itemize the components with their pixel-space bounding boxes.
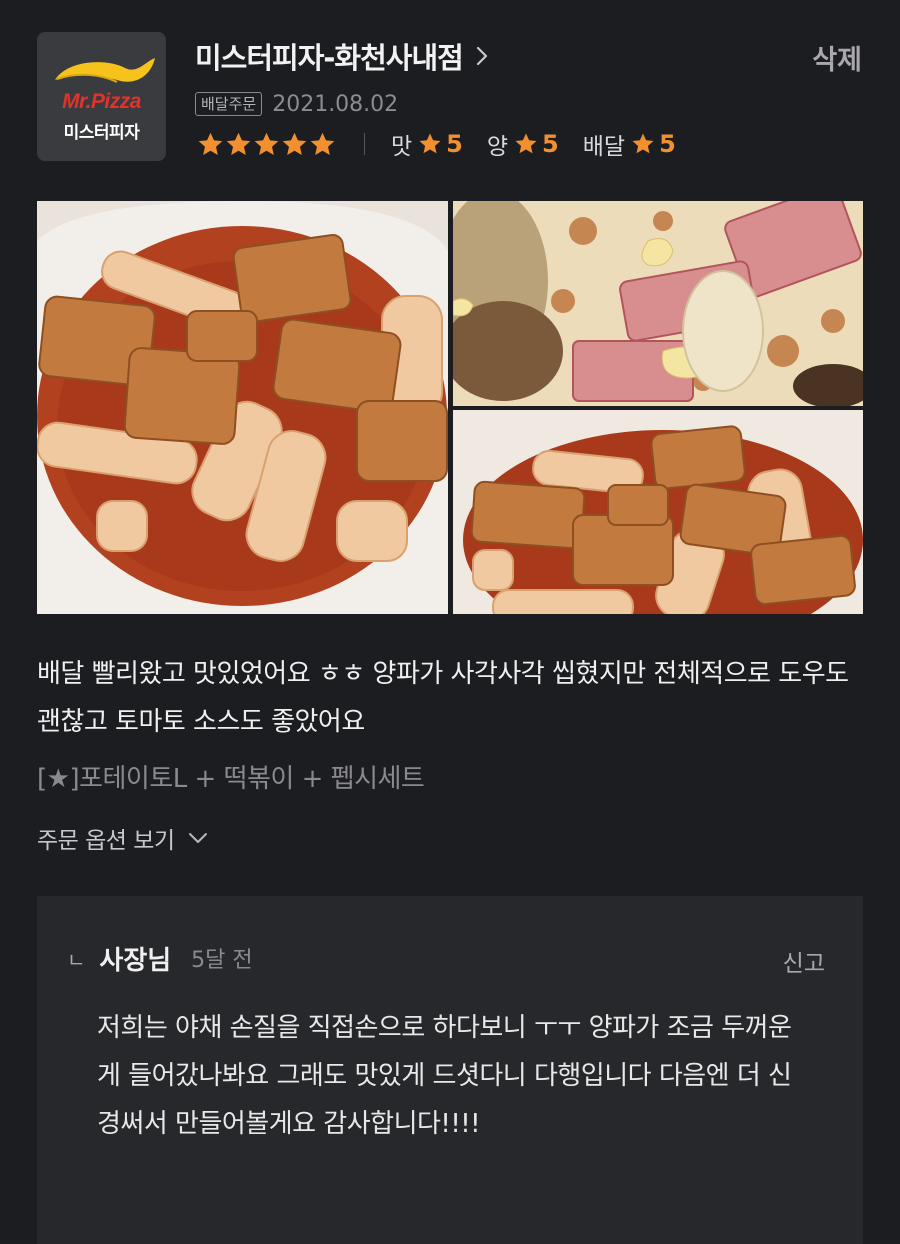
star-icon xyxy=(254,132,279,155)
star-icon xyxy=(282,132,307,155)
amount-label: 양 xyxy=(486,134,509,160)
order-type-badge: 배달주문 xyxy=(195,92,263,116)
logo-brand-ko-text: 미스터피자 xyxy=(63,123,140,143)
chevron-down-icon[interactable] xyxy=(187,831,209,845)
review-header: Mr.Pizza 미스터피자 미스터피자-화천사내점 삭제 배달주문 2021.… xyxy=(0,0,900,190)
delivery-rating: 배달 5 xyxy=(583,127,676,161)
delete-button[interactable]: 삭제 xyxy=(812,38,862,77)
rating-divider xyxy=(364,133,365,155)
delivery-value: 5 xyxy=(659,130,676,158)
star-icon xyxy=(632,133,654,154)
order-date: 2021.08.02 xyxy=(272,91,399,117)
reply-indent-icon: ㄴ xyxy=(67,947,86,972)
report-button[interactable]: 신고 xyxy=(783,944,825,978)
star-icon xyxy=(226,132,251,155)
reply-text: 저희는 야채 손질을 직접손으로 하다보니 ㅜㅜ 양파가 조금 두꺼운게 들어갔… xyxy=(97,1013,792,1139)
store-link[interactable]: 미스터피자-화천사내점 xyxy=(195,34,489,78)
logo-brand-text: Mr.Pizza xyxy=(62,90,141,113)
review-photo-tteokbokki[interactable] xyxy=(37,201,448,614)
review-photo-pizza[interactable] xyxy=(453,201,863,406)
star-icon xyxy=(198,132,223,155)
star-icon xyxy=(310,132,335,155)
order-options-toggle[interactable]: 주문 옵션 보기 xyxy=(37,820,209,856)
rating-row: 맛 5 양 5 배달 5 xyxy=(197,126,700,162)
ordered-menu: [★]포테이토L + 떡볶이 + 펩시세트 xyxy=(37,764,425,794)
taste-label: 맛 xyxy=(391,134,413,160)
owner-reply: ㄴ 사장님 5달 전 신고 저희는 야채 손질을 직접손으로 하다보니 ㅜㅜ 양… xyxy=(37,896,863,1244)
star-icon xyxy=(419,133,441,154)
review-photo-tteokbokki-2[interactable] xyxy=(453,410,863,614)
taste-rating: 맛 5 xyxy=(391,127,463,161)
reply-author: 사장님 xyxy=(99,945,172,976)
reply-time: 5달 전 xyxy=(191,948,253,973)
taste-value: 5 xyxy=(446,130,463,158)
amount-value: 5 xyxy=(542,130,559,158)
order-meta: 배달주문 2021.08.02 xyxy=(195,90,398,118)
chevron-right-icon[interactable] xyxy=(475,45,489,67)
store-logo[interactable]: Mr.Pizza 미스터피자 xyxy=(37,32,166,161)
star-icon xyxy=(515,133,537,154)
reply-header: ㄴ 사장님 5달 전 xyxy=(67,940,253,976)
amount-rating: 양 5 xyxy=(487,127,559,161)
store-name[interactable]: 미스터피자-화천사내점 xyxy=(195,35,464,77)
overall-star-rating xyxy=(197,131,336,158)
review-text: 배달 빨리왔고 맛있었어요 ㅎㅎ 양파가 사각사각 씹혔지만 전체적으로 도우도… xyxy=(37,659,849,737)
delivery-label: 배달 xyxy=(582,134,626,160)
order-options-label[interactable]: 주문 옵션 보기 xyxy=(37,821,175,855)
